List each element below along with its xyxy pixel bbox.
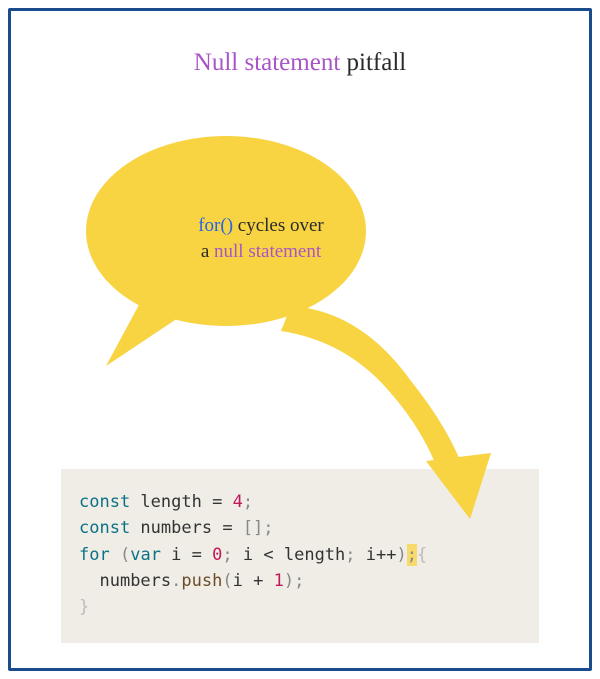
- highlighted-semicolon: ;: [407, 544, 417, 566]
- diagram-frame: Null statement pitfall for() cycles over…: [8, 8, 592, 671]
- page-title: Null statement pitfall: [11, 11, 589, 77]
- bubble-text-1: cycles over: [233, 215, 324, 236]
- code-line-4: numbers.push(i + 1);: [79, 568, 521, 594]
- bubble-caption: for() cycles over a null statement: [136, 213, 386, 264]
- speech-bubble-arrow: [71, 131, 531, 531]
- code-line-5: }: [79, 594, 521, 620]
- bubble-text-2: a: [201, 241, 214, 262]
- code-line-3: for (var i = 0; i < length; i++);{: [79, 542, 521, 568]
- bubble-for-keyword: for(): [198, 215, 233, 236]
- title-emphasis: Null statement: [194, 49, 341, 76]
- bubble-null-keyword: null statement: [214, 241, 321, 262]
- title-plain: pitfall: [340, 49, 406, 76]
